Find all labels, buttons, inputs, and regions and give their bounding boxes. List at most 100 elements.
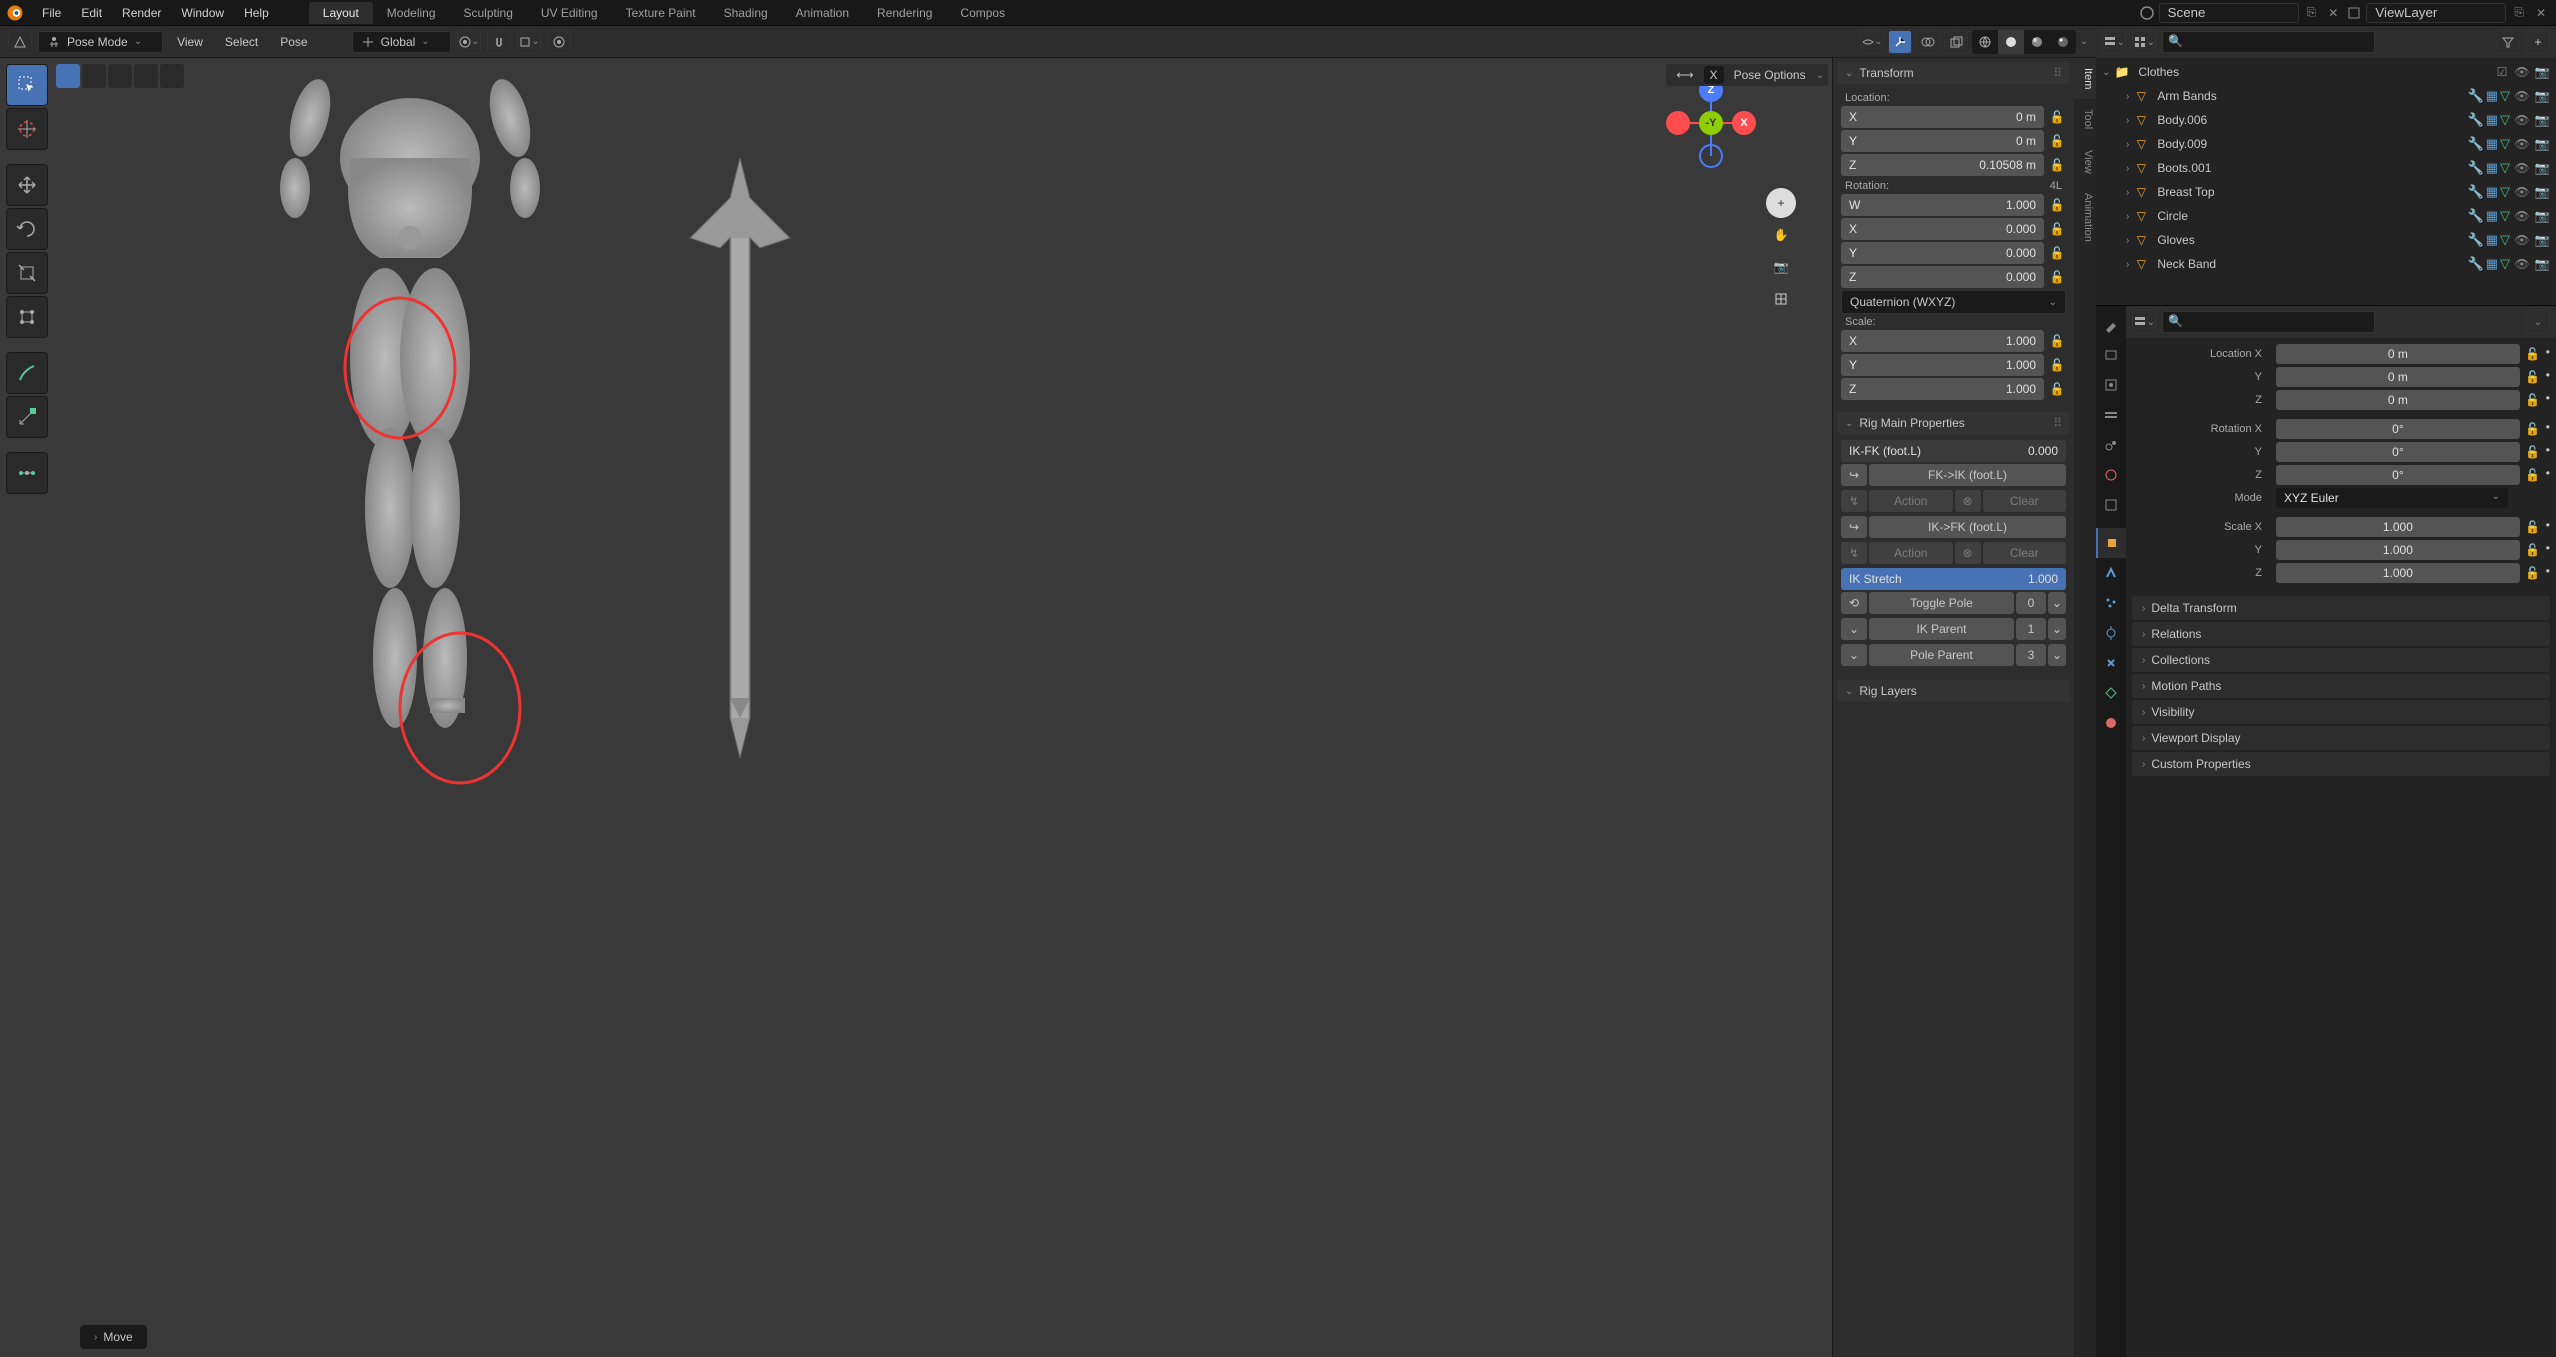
modifier-icon[interactable]: ▦ <box>2486 208 2498 224</box>
tool-select-box[interactable] <box>6 64 48 106</box>
pole-parent-button[interactable]: Pole Parent <box>1869 644 2014 666</box>
prop-scale-z[interactable]: 1.000 <box>2276 563 2520 583</box>
prop-tab-physics[interactable] <box>2096 618 2126 648</box>
section-relations[interactable]: ›Relations <box>2132 622 2550 646</box>
eye-icon[interactable]: 👁 <box>2514 64 2530 80</box>
toggle-pole-menu[interactable]: ⌄ <box>2048 592 2066 614</box>
lock-icon[interactable]: 🔓 <box>2524 541 2542 559</box>
prop-rotation-y[interactable]: 0° <box>2276 442 2520 462</box>
camera-icon[interactable]: 📷 <box>2534 184 2550 200</box>
modifier-icon[interactable]: ▦ <box>2486 160 2498 176</box>
tool-annotate[interactable] <box>6 352 48 394</box>
lock-icon[interactable]: 🔓 <box>2048 156 2066 174</box>
vertex-group-icon[interactable]: ▽ <box>2500 112 2510 128</box>
navigation-gizmo[interactable]: Z -Y X <box>1666 78 1756 168</box>
eye-icon[interactable]: 👁 <box>2514 160 2530 176</box>
prop-tab-data[interactable] <box>2096 678 2126 708</box>
xray-toggle[interactable] <box>1944 30 1968 54</box>
close-viewlayer-icon[interactable]: ✕ <box>2532 6 2550 20</box>
operator-status[interactable]: ›Move <box>80 1325 147 1349</box>
anim-dot-icon[interactable]: • <box>2546 466 2550 484</box>
lock-icon[interactable]: 🔓 <box>2524 391 2542 409</box>
outliner-view-mode[interactable]: ⌄ <box>2132 30 2156 54</box>
anim-dot-icon[interactable]: • <box>2546 541 2550 559</box>
location-x[interactable]: X0 m <box>1841 106 2044 128</box>
viewport-canvas[interactable]: Z -Y X + ✋ 📷 ⟷ X Pose Options ⌄ <box>0 58 2096 1357</box>
zoom-icon[interactable]: + <box>1766 188 1796 218</box>
editor-type-icon[interactable] <box>8 30 32 54</box>
camera-icon[interactable]: 📷 <box>2534 88 2550 104</box>
wrench-icon[interactable]: 🔧 <box>2468 112 2484 128</box>
shading-dropdown[interactable]: ⌄ <box>2080 36 2088 47</box>
anim-dot-icon[interactable]: • <box>2546 345 2550 363</box>
wrench-icon[interactable]: 🔧 <box>2468 88 2484 104</box>
lock-icon[interactable]: 🔓 <box>2524 345 2542 363</box>
mode-selector[interactable]: Pose Mode ⌄ <box>38 31 163 53</box>
prop-tab-particle[interactable] <box>2096 588 2126 618</box>
mirror-x-label[interactable]: X <box>1704 66 1724 84</box>
prop-location-y[interactable]: 0 m <box>2276 367 2520 387</box>
close-scene-icon[interactable]: ✕ <box>2324 6 2342 20</box>
select-mode-3[interactable] <box>108 64 132 88</box>
prop-pin[interactable]: ⌄ <box>2132 310 2156 334</box>
wrench-icon[interactable]: 🔧 <box>2468 208 2484 224</box>
perspective-icon[interactable] <box>1766 284 1796 314</box>
gizmo-neg-z-axis[interactable] <box>1699 144 1723 168</box>
pivot-point[interactable]: ⌄ <box>457 30 481 54</box>
camera-icon[interactable]: 📷 <box>2534 136 2550 152</box>
new-viewlayer-icon[interactable]: ⎘ <box>2510 5 2528 20</box>
proportional-edit[interactable] <box>547 30 571 54</box>
lock-icon[interactable]: 🔓 <box>2048 108 2066 126</box>
menu-edit[interactable]: Edit <box>71 2 112 24</box>
anim-dot-icon[interactable]: • <box>2546 518 2550 536</box>
tool-move[interactable] <box>6 164 48 206</box>
section-delta-transform[interactable]: ›Delta Transform <box>2132 596 2550 620</box>
lock-icon[interactable]: 🔓 <box>2048 220 2066 238</box>
eye-icon[interactable]: 👁 <box>2514 232 2530 248</box>
scene-name-input[interactable] <box>2159 3 2299 23</box>
mirror-x-icon[interactable]: ⟷ <box>1670 66 1699 84</box>
outliner-item[interactable]: › ▽ Boots.001 🔧 ▦ ▽ 👁 📷 <box>2098 156 2554 180</box>
new-scene-icon[interactable]: ⎘ <box>2303 5 2321 20</box>
prop-scale-y[interactable]: 1.000 <box>2276 540 2520 560</box>
modifier-icon[interactable]: ▦ <box>2486 88 2498 104</box>
modifier-icon[interactable]: ▦ <box>2486 232 2498 248</box>
section-custom-properties[interactable]: ›Custom Properties <box>2132 752 2550 776</box>
section-collections[interactable]: ›Collections <box>2132 648 2550 672</box>
ik-parent-button[interactable]: IK Parent <box>1869 618 2014 640</box>
outliner-item[interactable]: › ▽ Gloves 🔧 ▦ ▽ 👁 📷 <box>2098 228 2554 252</box>
gizmo-y-axis[interactable]: -Y <box>1699 111 1723 135</box>
prop-tab-object[interactable] <box>2096 528 2126 558</box>
outliner-item[interactable]: › ▽ Body.006 🔧 ▦ ▽ 👁 📷 <box>2098 108 2554 132</box>
lock-icon[interactable]: 🔓 <box>2048 356 2066 374</box>
section-motion-paths[interactable]: ›Motion Paths <box>2132 674 2550 698</box>
n-tab-item[interactable]: Item <box>2074 58 2096 99</box>
select-mode-4[interactable] <box>134 64 158 88</box>
lock-icon[interactable]: 🔓 <box>2524 518 2542 536</box>
properties-search[interactable] <box>2162 311 2375 333</box>
snap-type[interactable]: ⌄ <box>517 30 541 54</box>
outliner-display-mode[interactable]: ⌄ <box>2102 30 2126 54</box>
tool-rotate[interactable] <box>6 208 48 250</box>
shading-solid[interactable] <box>1998 30 2024 54</box>
tab-rendering[interactable]: Rendering <box>863 2 946 24</box>
tab-animation[interactable]: Animation <box>782 2 863 24</box>
scale-y[interactable]: Y1.000 <box>1841 354 2044 376</box>
n-tab-animation[interactable]: Animation <box>2074 183 2096 252</box>
collection-clothes[interactable]: ⌄ 📁 Clothes ☑ 👁 📷 <box>2098 60 2554 84</box>
tab-shading[interactable]: Shading <box>710 2 782 24</box>
scale-z[interactable]: Z1.000 <box>1841 378 2044 400</box>
tab-uv-editing[interactable]: UV Editing <box>527 2 612 24</box>
wrench-icon[interactable]: 🔧 <box>2468 160 2484 176</box>
vertex-group-icon[interactable]: ▽ <box>2500 208 2510 224</box>
pole-parent-expand[interactable]: ⌄ <box>1841 644 1867 666</box>
wrench-icon[interactable]: 🔧 <box>2468 232 2484 248</box>
toggle-pole-icon[interactable]: ⟲ <box>1841 592 1867 614</box>
transform-orientation[interactable]: Global ⌄ <box>352 31 451 53</box>
section-visibility[interactable]: ›Visibility <box>2132 700 2550 724</box>
wrench-icon[interactable]: 🔧 <box>2468 136 2484 152</box>
modifier-icon[interactable]: ▦ <box>2486 112 2498 128</box>
camera-icon[interactable]: 📷 <box>2534 208 2550 224</box>
anim-dot-icon[interactable]: • <box>2546 391 2550 409</box>
ikfk-slider[interactable]: IK-FK (foot.L)0.000 <box>1841 440 2066 462</box>
